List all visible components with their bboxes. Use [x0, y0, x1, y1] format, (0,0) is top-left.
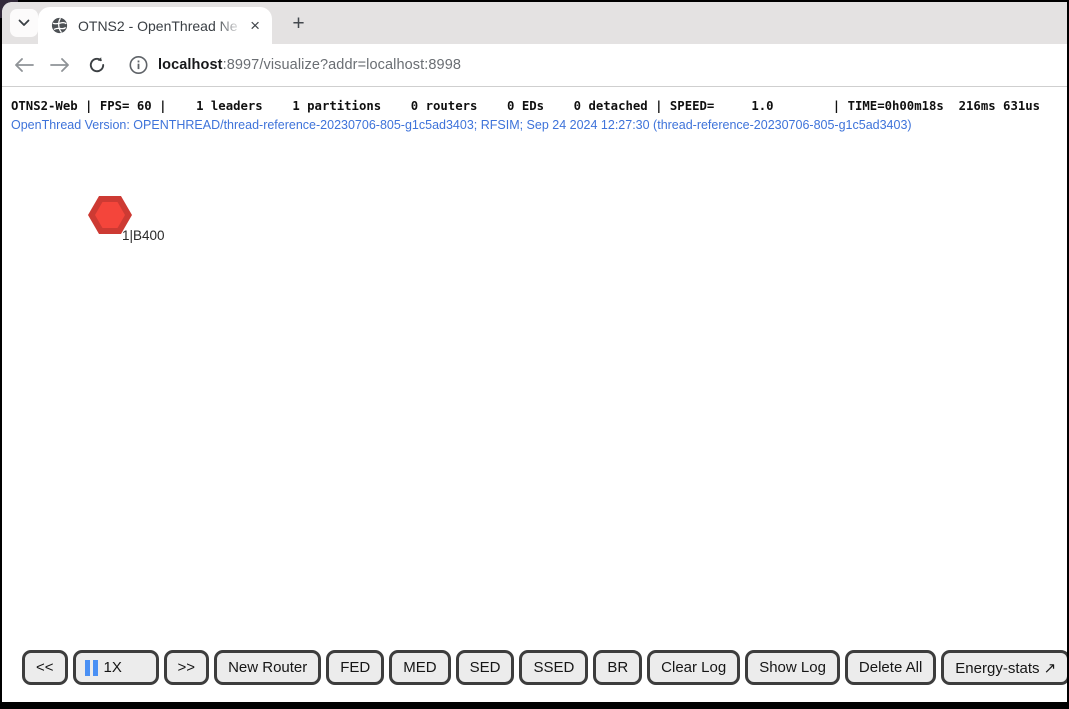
- node-1-label: 1|B400: [122, 228, 165, 243]
- new-tab-button[interactable]: +: [284, 9, 313, 38]
- url-field[interactable]: localhost:8997/visualize?addr=localhost:…: [158, 57, 461, 73]
- url-host: localhost: [158, 57, 223, 73]
- chevron-down-icon: [18, 19, 30, 27]
- tab-strip: OTNS2 - OpenThread Ne × +: [2, 2, 1067, 44]
- new-router-button[interactable]: New Router: [214, 650, 321, 685]
- speed-down-button[interactable]: <<: [22, 650, 68, 685]
- otns-canvas: OTNS2-Web | FPS= 60 | 1 leaders 1 partit…: [2, 87, 1067, 701]
- browser-window: OTNS2 - OpenThread Ne × + localhost:8997…: [2, 2, 1067, 702]
- speed-value: 1X: [104, 659, 122, 676]
- site-info-icon[interactable]: [129, 56, 148, 75]
- simulation-status-line: OTNS2-Web | FPS= 60 | 1 leaders 1 partit…: [11, 99, 1040, 113]
- delete-all-button[interactable]: Delete All: [845, 650, 936, 685]
- back-icon[interactable]: [14, 58, 34, 72]
- action-bar: << 1X >> New Router FED MED SED SSED: [22, 650, 1067, 685]
- globe-favicon-icon: [51, 17, 68, 34]
- new-br-button[interactable]: BR: [593, 650, 642, 685]
- reload-icon[interactable]: [88, 56, 106, 74]
- address-bar: localhost:8997/visualize?addr=localhost:…: [2, 44, 1067, 87]
- clear-log-button[interactable]: Clear Log: [647, 650, 740, 685]
- new-ssed-button[interactable]: SSED: [519, 650, 588, 685]
- tab-search-button[interactable]: [10, 9, 38, 37]
- tab-title: OTNS2 - OpenThread Ne: [78, 18, 246, 34]
- pause-speed-button[interactable]: 1X: [73, 650, 159, 685]
- show-log-button[interactable]: Show Log: [745, 650, 840, 685]
- new-fed-button[interactable]: FED: [326, 650, 384, 685]
- speed-up-button[interactable]: >>: [164, 650, 210, 685]
- energy-stats-button[interactable]: Energy-stats ↗: [941, 650, 1067, 685]
- forward-icon[interactable]: [50, 58, 70, 72]
- openthread-version-line: OpenThread Version: OPENTHREAD/thread-re…: [11, 118, 912, 132]
- new-sed-button[interactable]: SED: [456, 650, 515, 685]
- tab-otns2[interactable]: OTNS2 - OpenThread Ne ×: [38, 7, 272, 44]
- tab-close-icon[interactable]: ×: [246, 17, 264, 34]
- pause-icon: [85, 660, 98, 676]
- new-med-button[interactable]: MED: [389, 650, 450, 685]
- url-path: :8997/visualize?addr=localhost:8998: [223, 57, 462, 73]
